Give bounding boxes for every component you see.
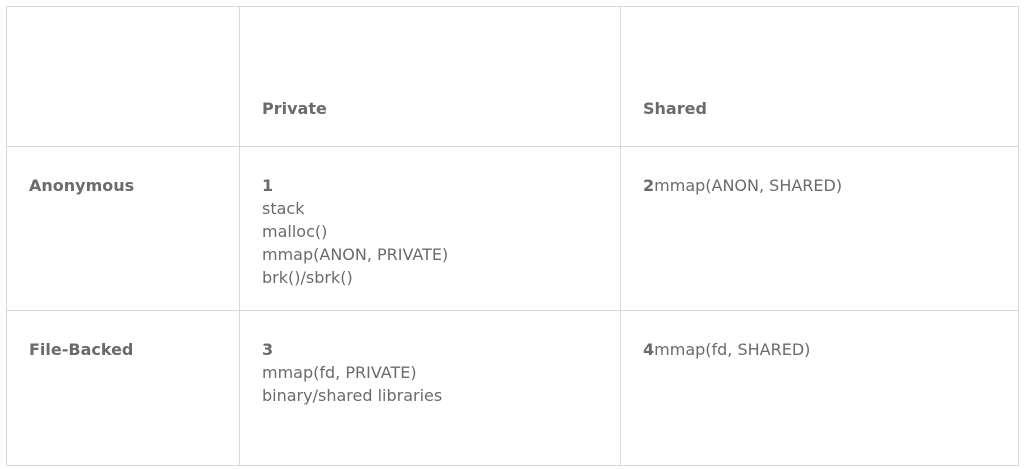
row-label-file-backed: File-Backed: [29, 340, 134, 359]
table-row: Anonymous 1 stack malloc() mmap(ANON, PR…: [6, 146, 1019, 311]
cell-text: mmap(ANON, SHARED): [654, 176, 843, 195]
cell-number: 2: [643, 176, 655, 195]
cell-line: binary/shared libraries: [262, 386, 443, 405]
row-header-cell: Anonymous: [6, 146, 240, 311]
memory-mapping-table: Private Shared Anonymous 1 stack malloc(…: [6, 6, 1019, 466]
header-cell-private: Private: [239, 6, 621, 147]
column-header-corner: [7, 120, 239, 146]
cell-line: mmap(fd, PRIVATE): [262, 363, 417, 382]
cell-file-backed-shared: 4mmap(fd, SHARED): [620, 310, 1019, 466]
row-header-cell: File-Backed: [6, 310, 240, 466]
cell-anonymous-shared: 2mmap(ANON, SHARED): [620, 146, 1019, 311]
cell-line: malloc(): [262, 222, 328, 241]
cell-line: stack: [262, 199, 305, 218]
cell-text: mmap(fd, SHARED): [654, 340, 811, 359]
column-header-shared: Shared: [643, 99, 707, 118]
table-row: File-Backed 3 mmap(fd, PRIVATE) binary/s…: [6, 310, 1019, 466]
row-label-anonymous: Anonymous: [29, 176, 135, 195]
cell-number: 3: [262, 340, 274, 359]
cell-anonymous-private: 1 stack malloc() mmap(ANON, PRIVATE) brk…: [239, 146, 621, 311]
cell-line: mmap(ANON, PRIVATE): [262, 245, 449, 264]
cell-number: 1: [262, 176, 274, 195]
header-cell-shared: Shared: [620, 6, 1019, 147]
header-cell-empty: [6, 6, 240, 147]
cell-number: 4: [643, 340, 655, 359]
column-header-private: Private: [262, 99, 327, 118]
cell-file-backed-private: 3 mmap(fd, PRIVATE) binary/shared librar…: [239, 310, 621, 466]
header-row: Private Shared: [6, 6, 1019, 147]
cell-line: brk()/sbrk(): [262, 268, 353, 287]
